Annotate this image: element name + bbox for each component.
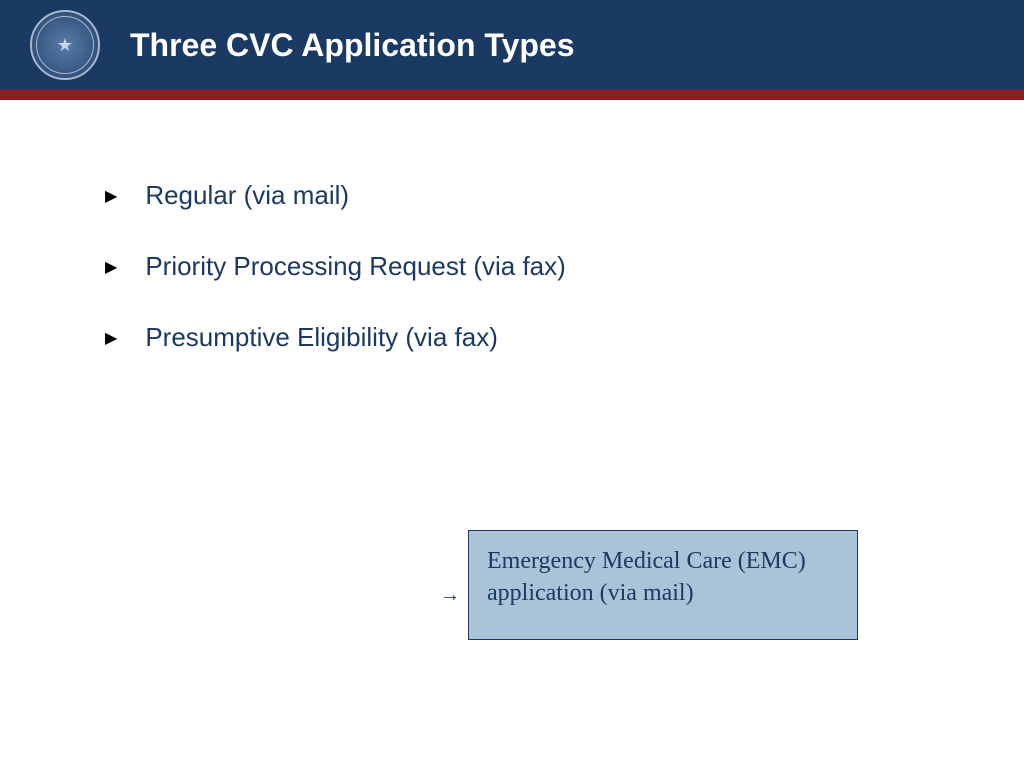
star-icon: ★ [53,33,77,57]
slide-header: ★ Three CVC Application Types [0,0,1024,90]
callout-text: Emergency Medical Care (EMC) application… [487,545,839,610]
bullet-marker-icon: ▶ [105,186,117,206]
list-item: ▶ Regular (via mail) [105,180,934,211]
bullet-text: Regular (via mail) [145,180,349,211]
list-item: ▶ Priority Processing Request (via fax) [105,251,934,282]
bullet-list: ▶ Regular (via mail) ▶ Priority Processi… [105,180,934,353]
texas-ag-seal-icon: ★ [30,10,100,80]
slide-title: Three CVC Application Types [130,27,575,64]
bullet-marker-icon: ▶ [105,257,117,277]
list-item: ▶ Presumptive Eligibility (via fax) [105,322,934,353]
accent-bar [0,90,1024,100]
bullet-text: Presumptive Eligibility (via fax) [145,322,498,353]
slide-content: ▶ Regular (via mail) ▶ Priority Processi… [0,100,1024,353]
arrow-right-icon: → [440,584,460,607]
callout-box: Emergency Medical Care (EMC) application… [468,530,858,640]
bullet-text: Priority Processing Request (via fax) [145,251,565,282]
callout-wrap: → Emergency Medical Care (EMC) applicati… [440,530,858,640]
bullet-marker-icon: ▶ [105,328,117,348]
